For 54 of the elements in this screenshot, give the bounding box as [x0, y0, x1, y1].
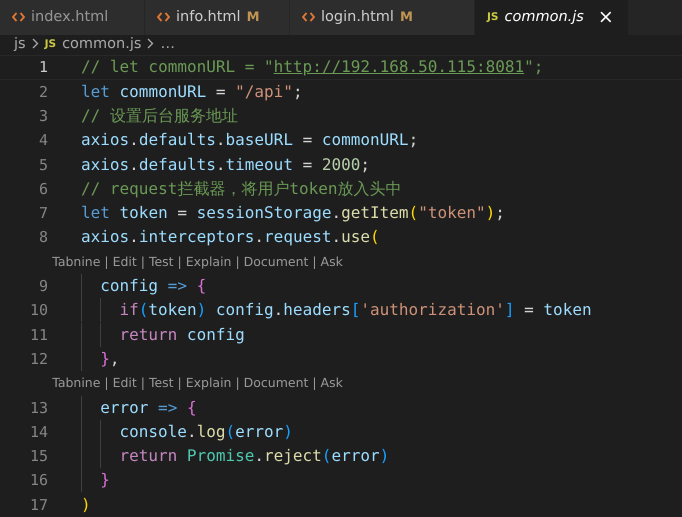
code-line: return config: [81, 324, 245, 346]
code-brackets-icon: [12, 12, 25, 22]
code-line: axios.defaults.baseURL = commonURL;: [81, 129, 418, 152]
chevron-right-icon: [32, 38, 39, 50]
code-line: config => {: [81, 275, 206, 298]
url-link[interactable]: http://192.168.50.115:8081: [274, 56, 524, 79]
code-line: },: [81, 348, 120, 370]
chevron-right-icon: [147, 38, 154, 50]
code-line: axios.interceptors.request.use(: [81, 226, 380, 248]
code-line: if(token) config.headers['authorization'] = token: [81, 299, 592, 322]
codelens-actions[interactable]: Tabnine | Edit | Test | Explain | Document | Ask: [52, 372, 343, 395]
line-number: 6: [38, 178, 48, 200]
code-line: ): [81, 494, 91, 516]
code-line: // request拦截器，将用户token放入头中: [81, 178, 402, 200]
editor-tab[interactable]: info.html M: [145, 0, 290, 35]
line-number: 5: [38, 154, 48, 176]
line-number: 3: [38, 106, 48, 127]
modified-indicator: M: [400, 10, 413, 25]
close-button[interactable]: ×: [598, 6, 614, 28]
line-number: 1: [38, 57, 48, 78]
line-number: 17: [28, 494, 48, 516]
editor-tab[interactable]: JS common.js ×: [475, 0, 629, 35]
code-line: let commonURL = "/api";: [81, 80, 303, 103]
modified-indicator: M: [246, 10, 260, 25]
js-file-icon: JS: [487, 11, 498, 24]
code-line: axios.defaults.timeout = 2000;: [81, 154, 370, 176]
line-number: 16: [28, 470, 48, 492]
breadcrumb-item[interactable]: js: [14, 36, 26, 52]
line-number: 14: [28, 422, 48, 443]
js-file-icon: JS: [44, 38, 56, 50]
line-number: 7: [38, 203, 48, 224]
line-number: 13: [28, 398, 48, 419]
editor-tab[interactable]: login.html M: [290, 0, 475, 35]
code-line: // 设置后台服务地址: [81, 104, 238, 127]
line-number: 8: [38, 227, 48, 248]
code-line: let token = sessionStorage.getItem("token");: [81, 202, 505, 224]
breadcrumb-item[interactable]: common.js: [62, 36, 142, 52]
code-line: console.log(error): [81, 420, 293, 444]
code-brackets-icon: [302, 12, 315, 22]
code-line: return Promise.reject(error): [81, 445, 390, 468]
code-line: error => {: [81, 396, 197, 419]
line-number: 2: [38, 82, 48, 103]
line-number: 9: [38, 276, 48, 298]
code-line: }: [81, 469, 110, 492]
line-number: 10: [28, 300, 48, 322]
breadcrumb-item[interactable]: …: [160, 36, 175, 52]
line-number: 15: [28, 446, 48, 468]
line-number: 11: [28, 324, 48, 346]
code-line: // let commonURL = "http://192.168.50.115:8081";: [81, 56, 544, 79]
code-brackets-icon: [157, 12, 170, 22]
codelens-actions[interactable]: Tabnine | Edit | Test | Explain | Document | Ask: [52, 250, 343, 274]
line-number: 12: [28, 348, 48, 370]
editor-tab[interactable]: index.html: [0, 0, 145, 35]
line-number: 4: [38, 130, 48, 152]
